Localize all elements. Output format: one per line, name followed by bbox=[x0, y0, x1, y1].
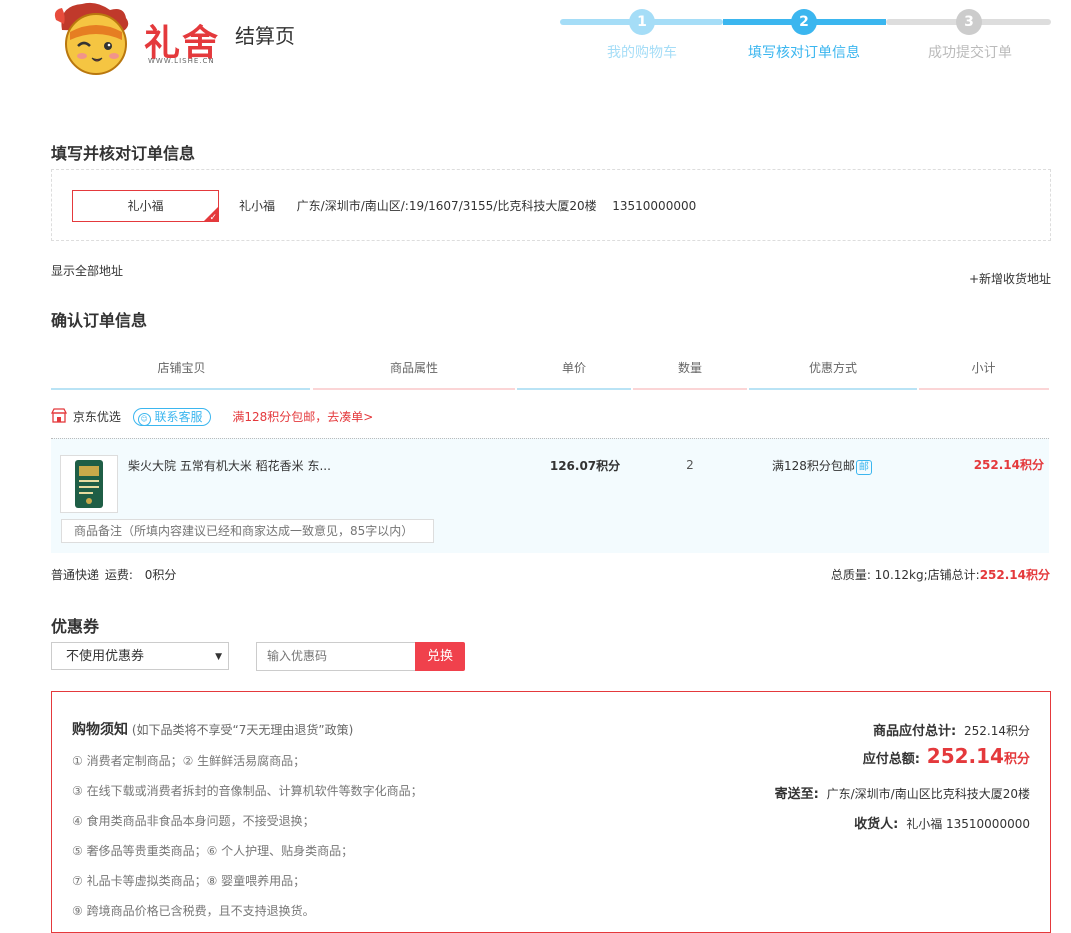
page-label: 结算页 bbox=[235, 24, 295, 48]
contact-service-button[interactable]: ☺ 联系客服 bbox=[132, 408, 211, 426]
notice-heading: 购物须知 (如下品类将不享受“7天无理由退货”政策) bbox=[72, 719, 353, 739]
goods-total-value: 252.14积分 bbox=[964, 724, 1030, 738]
coupon-select-value: 不使用优惠券 bbox=[66, 649, 145, 664]
receiver-label: 收货人: bbox=[854, 817, 899, 832]
chat-icon: ☺ bbox=[137, 413, 151, 426]
th-quantity: 数量 bbox=[677, 361, 702, 375]
th-line-6 bbox=[919, 388, 1049, 390]
free-shipping-promo[interactable]: 满128积分包邮，去凑单> bbox=[232, 410, 373, 424]
goods-discount: 满128积分包邮邮 bbox=[772, 457, 872, 475]
shop-total-line: 总质量: 10.12kg;店铺总计:252.14积分 bbox=[831, 566, 1050, 583]
pay-total-value: 252.14 bbox=[926, 744, 1004, 768]
add-address-link[interactable]: +新增收货地址 bbox=[969, 270, 1051, 287]
mascot-icon bbox=[54, 2, 129, 75]
receiver-value: 礼小福 13510000000 bbox=[906, 817, 1030, 831]
th-price: 单价 bbox=[561, 361, 586, 375]
notice-item-1: ① 消费者定制商品；② 生鲜鲜活易腐商品； bbox=[72, 754, 306, 768]
step-label-submit: 成功提交订单 bbox=[928, 45, 1012, 61]
shop-total-value: 252.14积分 bbox=[979, 568, 1050, 582]
th-line-4 bbox=[633, 388, 747, 390]
show-all-address-link[interactable]: 显示全部地址 bbox=[51, 262, 123, 279]
coupon-select[interactable]: 不使用优惠券 ▼ bbox=[51, 642, 229, 670]
th-line-2 bbox=[313, 388, 515, 390]
address-selected-name: 礼小福 bbox=[127, 199, 164, 213]
th-line-1 bbox=[51, 388, 310, 390]
coupon-code-input[interactable] bbox=[256, 642, 416, 671]
notice-item-5: ⑦ 礼品卡等虚拟类商品；⑧ 婴童喂养用品； bbox=[72, 874, 306, 888]
th-discount: 优惠方式 bbox=[808, 361, 857, 375]
logo[interactable]: 礼舍 WWW.LISHE.CN 结算页 bbox=[52, 0, 312, 80]
check-icon: ✓ bbox=[209, 213, 217, 223]
rice-bag-image bbox=[75, 460, 103, 508]
address-detail-line: 礼小福 广东/深圳市/南山区/:19/1607/3155/比克科技大厦20楼 1… bbox=[239, 197, 696, 214]
goods-thumbnail[interactable] bbox=[60, 455, 118, 513]
shipping-info: 普通快递 运费: 0积分 bbox=[51, 566, 176, 583]
contact-service-label: 联系客服 bbox=[154, 410, 203, 424]
freight-label: 运费: bbox=[104, 568, 133, 582]
ship-to-label: 寄送至: bbox=[774, 787, 819, 802]
shop-line: 京东优选 ☺ 联系客服 满128积分包邮，去凑单> bbox=[50, 408, 373, 428]
address-detail: 广东/深圳市/南山区/:19/1607/3155/比克科技大厦20楼 bbox=[296, 199, 597, 213]
weight-text: 总质量: 10.12kg;店铺总计: bbox=[830, 568, 980, 582]
order-section-title: 确认订单信息 bbox=[51, 311, 148, 330]
address-section-title: 填写并核对订单信息 bbox=[51, 144, 196, 163]
notice-title: 购物须知 bbox=[72, 722, 128, 738]
goods-total-line: 商品应付总计: 252.14积分 bbox=[873, 720, 1030, 739]
freight-value: 0积分 bbox=[144, 568, 177, 582]
step-label-cart[interactable]: 我的购物车 bbox=[562, 42, 722, 62]
goods-remark-input[interactable] bbox=[61, 519, 434, 543]
shop-icon bbox=[50, 408, 68, 423]
mail-badge-icon: 邮 bbox=[855, 460, 872, 475]
coupon-section-title: 优惠券 bbox=[51, 617, 100, 636]
pay-total-unit: 积分 bbox=[1003, 752, 1030, 767]
notice-item-6: ⑨ 跨境商品价格已含税费，且不支持退换货。 bbox=[72, 904, 315, 918]
goods-subtotal: 252.14积分 bbox=[973, 458, 1044, 472]
goods-total-label: 商品应付总计: bbox=[872, 724, 957, 739]
receiver-line: 收货人: 礼小福 13510000000 bbox=[854, 813, 1030, 832]
pay-total-label: 应付总额: bbox=[862, 752, 920, 767]
goods-quantity: 2 bbox=[686, 458, 694, 472]
notice-summary-box: 购物须知 (如下品类将不享受“7天无理由退货”政策) ① 消费者定制商品；② 生… bbox=[51, 691, 1051, 933]
address-box: 礼小福 ✓ 礼小福 广东/深圳市/南山区/:19/1607/3155/比克科技大… bbox=[51, 169, 1051, 241]
th-line-5 bbox=[749, 388, 917, 390]
th-attributes: 商品属性 bbox=[389, 361, 438, 375]
logo-url: WWW.LISHE.CN bbox=[148, 57, 215, 65]
th-shop-goods: 店铺宝贝 bbox=[157, 361, 206, 375]
address-selected-tag[interactable]: 礼小福 ✓ bbox=[72, 190, 219, 223]
th-subtotal: 小计 bbox=[971, 361, 996, 375]
address-receiver: 礼小福 bbox=[239, 199, 276, 213]
step-number-2: 2 bbox=[791, 9, 817, 35]
step-number-1: 1 bbox=[629, 9, 655, 35]
notice-item-2: ③ 在线下载或消费者拆封的音像制品、计算机软件等数字化商品； bbox=[72, 784, 423, 798]
goods-title[interactable]: 柴火大院 五常有机大米 稻花香米 东... bbox=[128, 457, 331, 474]
caret-down-icon: ▼ bbox=[215, 652, 222, 662]
pay-total-line: 应付总额: 252.14积分 bbox=[863, 744, 1030, 768]
notice-subtitle: (如下品类将不享受“7天无理由退货”政策) bbox=[131, 723, 354, 737]
ship-to-value: 广东/深圳市/南山区比克科技大厦20楼 bbox=[826, 787, 1030, 801]
ship-to-line: 寄送至: 广东/深圳市/南山区比克科技大厦20楼 bbox=[775, 783, 1030, 802]
step-label-confirm: 填写核对订单信息 bbox=[748, 45, 860, 61]
th-line-3 bbox=[517, 388, 631, 390]
step-number-3: 3 bbox=[956, 9, 982, 35]
address-phone: 13510000000 bbox=[612, 199, 697, 213]
shipping-method: 普通快递 bbox=[51, 568, 100, 582]
exchange-button[interactable]: 兑换 bbox=[415, 642, 465, 671]
notice-item-3: ④ 食用类商品非食品本身问题，不接受退换； bbox=[72, 814, 315, 828]
goods-discount-text: 满128积分包邮 bbox=[772, 459, 855, 473]
notice-item-4: ⑤ 奢侈品等贵重类商品；⑥ 个人护理、贴身类商品； bbox=[72, 844, 354, 858]
shop-name[interactable]: 京东优选 bbox=[73, 410, 121, 424]
